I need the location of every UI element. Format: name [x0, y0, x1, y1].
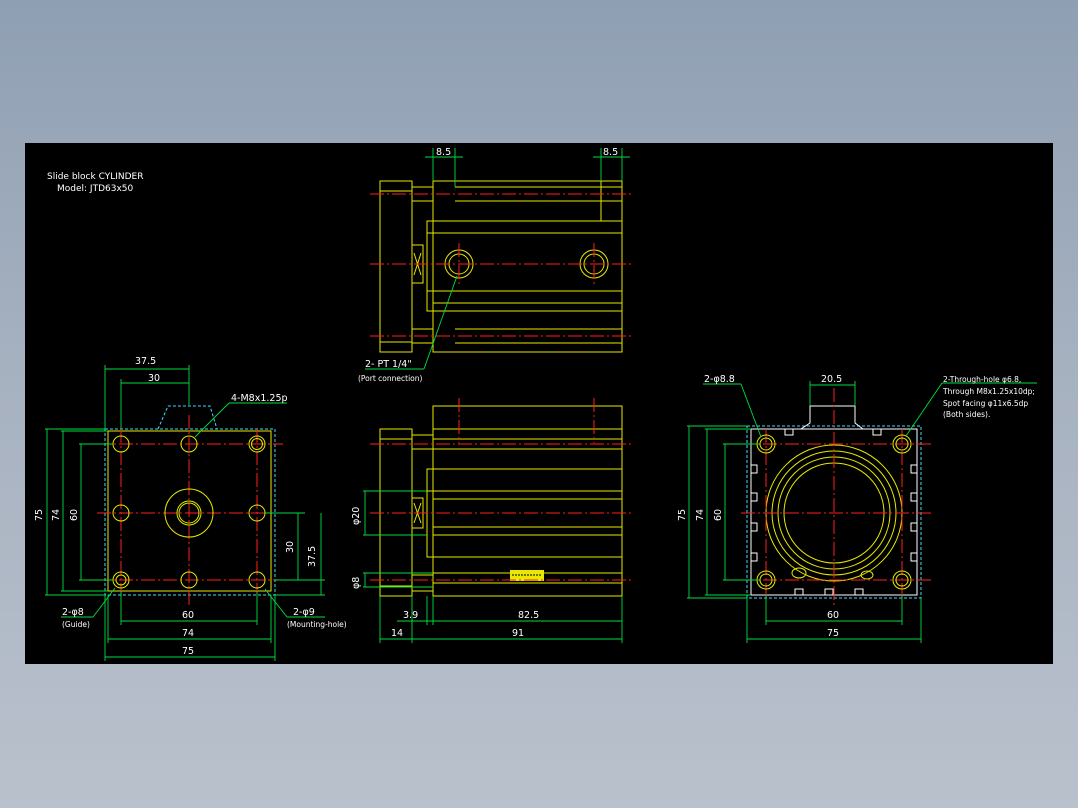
callout-through-2: Through M8x1.25x10dp; — [942, 387, 1035, 396]
callout-port-note: (Port connection) — [358, 374, 423, 383]
dim-3-9: 3.9 — [403, 610, 418, 621]
dim-14: 14 — [391, 628, 403, 639]
callout-through-3: Spot facing φ11x6.5dp — [943, 399, 1028, 408]
callout-through-1: 2-Through-hole φ6.8, — [943, 375, 1021, 384]
dim-75-bottom: 75 — [182, 646, 194, 657]
dim-30-top: 30 — [148, 373, 160, 384]
dim-74-bottom: 74 — [182, 628, 194, 639]
callout-guide-holes: 2-φ8 — [62, 607, 84, 618]
side-view: φ20 φ8 3.9 82.5 14 91 — [351, 398, 631, 643]
callout-guide-note: (Guide) — [62, 620, 90, 629]
callout-phi8-8: 2-φ8.8 — [704, 374, 735, 385]
front-view: 37.5 30 75 74 60 30 37.5 60 74 75 4-M8x1… — [34, 356, 347, 661]
dim-phi8: φ8 — [351, 577, 362, 589]
dim-8-5-left: 8.5 — [436, 147, 451, 158]
callout-mount-holes: 2-φ9 — [293, 607, 315, 618]
callout-through-4: (Both sides). — [943, 410, 990, 419]
dim-75-rear-bottom: 75 — [827, 628, 839, 639]
dim-74-left: 74 — [51, 509, 62, 521]
dim-75-rear-left: 75 — [677, 509, 688, 521]
dim-20-5: 20.5 — [821, 374, 842, 385]
dim-91: 91 — [512, 628, 524, 639]
top-rod-plate — [379, 180, 413, 353]
side-body-outline — [432, 405, 623, 597]
dim-60-rear-left: 60 — [713, 509, 724, 521]
dim-60-bottom: 60 — [182, 610, 194, 621]
drawing-sheet: Slide block CYLINDER Model: JTD63x50 37.… — [25, 143, 1053, 664]
dim-30-right: 30 — [285, 541, 296, 553]
callout-m8: 4-M8x1.25p — [231, 393, 288, 404]
top-view: 8.5 8.5 2- PT 1/4" (Port connection) — [358, 147, 631, 383]
dim-60-left: 60 — [69, 509, 80, 521]
title-line-1: Slide block CYLINDER — [47, 172, 143, 182]
dim-60-rear-bottom: 60 — [827, 610, 839, 621]
dim-37-5-top: 37.5 — [135, 356, 156, 367]
dim-37-5-right: 37.5 — [307, 546, 318, 567]
cad-drawing: Slide block CYLINDER Model: JTD63x50 37.… — [34, 147, 1037, 661]
callout-mount-note: (Mounting-hole) — [287, 620, 347, 629]
callout-port: 2- PT 1/4" — [365, 359, 412, 370]
dim-82-5: 82.5 — [518, 610, 539, 621]
dim-8-5-right: 8.5 — [603, 147, 618, 158]
dim-75-left: 75 — [34, 509, 45, 521]
rear-view: 20.5 75 74 60 60 75 2-φ8.8 2-Through-hol… — [677, 374, 1037, 643]
dim-74-rear-left: 74 — [695, 509, 706, 521]
front-top-boss-hidden — [157, 405, 218, 430]
title-line-2: Model: JTD63x50 — [57, 184, 134, 194]
dim-phi20: φ20 — [351, 507, 362, 525]
